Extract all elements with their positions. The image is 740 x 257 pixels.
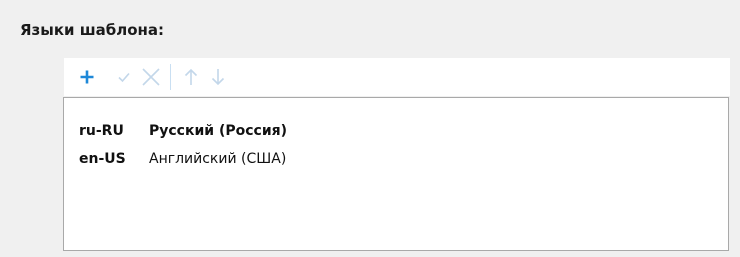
add-language-button[interactable] [64,58,110,96]
language-name: Русский (Россия) [149,123,288,139]
close-icon [142,68,160,86]
languages-toolbar [64,58,730,96]
plus-icon [80,70,94,84]
arrow-down-icon [211,69,225,86]
move-down-button[interactable] [203,58,233,96]
move-up-button[interactable] [179,58,203,96]
language-code: en-US [79,151,126,167]
checkmark-icon [118,72,130,83]
language-code: ru-RU [79,123,124,139]
arrow-up-icon [184,68,198,85]
list-item[interactable]: en-US Английский (США) [79,148,286,170]
list-item[interactable]: ru-RU Русский (Россия) [79,120,287,142]
languages-list[interactable]: ru-RU Русский (Россия) en-US Английский … [63,97,729,251]
confirm-button[interactable] [110,58,138,96]
section-title: Языки шаблона: [20,21,165,39]
delete-language-button[interactable] [138,58,164,96]
language-name: Английский (США) [149,151,287,167]
toolbar-separator [170,64,171,90]
